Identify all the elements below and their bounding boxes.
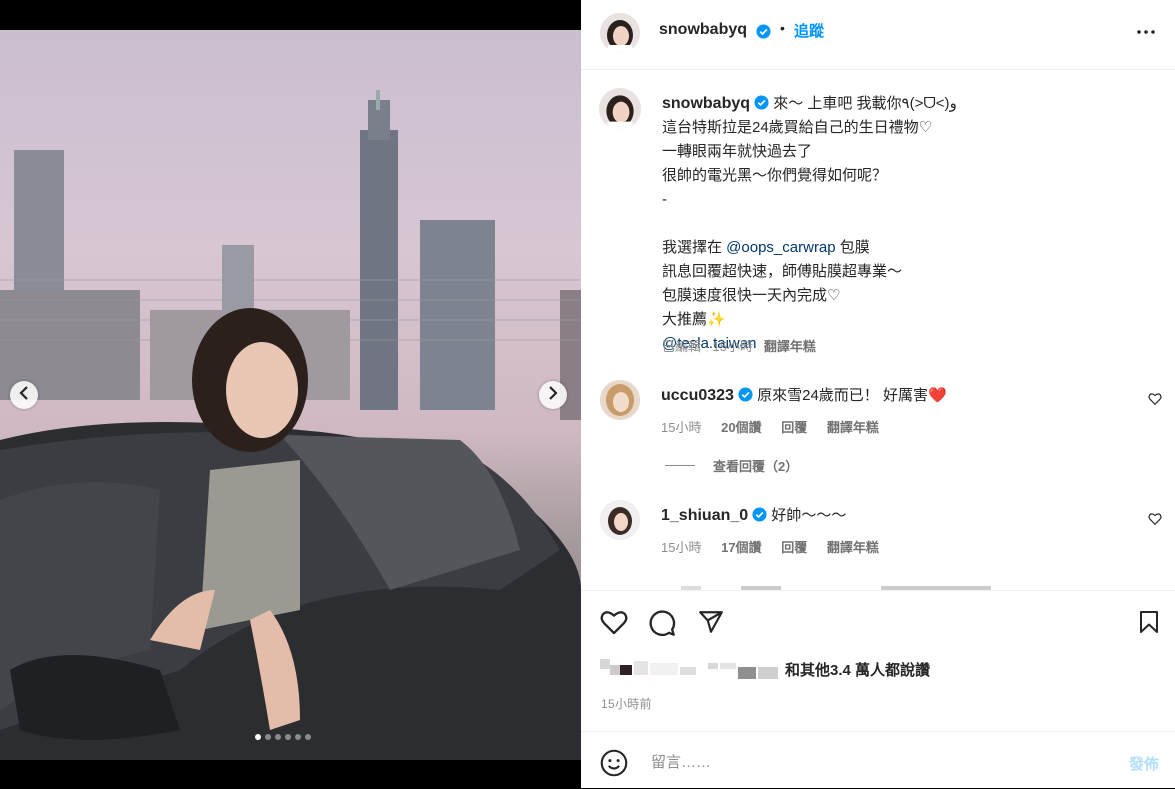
likes-summary[interactable]: 和其他3.4 萬人都說讚 bbox=[600, 657, 930, 681]
comment-input[interactable] bbox=[649, 746, 1113, 778]
reply-button[interactable]: 回覆 bbox=[781, 540, 807, 555]
view-replies-label: 查看回覆（2） bbox=[713, 459, 799, 474]
comment-text: 原來雪24歲而已！ 好厲害 bbox=[757, 387, 928, 404]
more-options-icon[interactable] bbox=[1136, 22, 1156, 47]
verified-badge-icon bbox=[754, 94, 769, 110]
post-panel: snowbabyq • 追蹤 snowbabyq 來～ 上車吧 我載你٩(>ᗜ<… bbox=[581, 0, 1175, 788]
chevron-right-icon bbox=[548, 385, 558, 405]
caption-line: 這台特斯拉是24歲買給自己的生日禮物♡ bbox=[662, 119, 933, 136]
post-header: snowbabyq • 追蹤 bbox=[581, 0, 1175, 70]
commenter-username[interactable]: 1_shiuan_0 bbox=[661, 507, 748, 524]
save-bookmark-icon[interactable] bbox=[1137, 609, 1161, 640]
translate-button[interactable]: 翻譯年糕 bbox=[827, 420, 879, 435]
emoji-smiley-icon[interactable] bbox=[600, 749, 628, 782]
header-separator: • bbox=[780, 20, 785, 36]
caption-line: snowbabyq 來～ 上車吧 我載你٩(>ᗜ<)و bbox=[662, 92, 1142, 116]
caption-text: 包膜 bbox=[835, 239, 870, 256]
commenter-avatar[interactable] bbox=[600, 380, 640, 420]
chevron-left-icon bbox=[19, 385, 29, 405]
media-viewer bbox=[0, 0, 581, 788]
caption-line: 大推薦✨ bbox=[662, 311, 726, 328]
share-icon[interactable] bbox=[697, 609, 725, 640]
verified-badge-icon bbox=[738, 387, 753, 402]
photo-illustration bbox=[0, 90, 581, 760]
heart-emoji: ❤️ bbox=[927, 387, 947, 404]
comment-icon[interactable] bbox=[648, 609, 676, 642]
caption-line: 我選擇在 @oops_carwrap 包膜 bbox=[662, 236, 1142, 260]
verified-badge-icon bbox=[752, 507, 767, 522]
author-username[interactable]: snowbabyq bbox=[659, 21, 747, 39]
comment-meta: 15小時 20個讚 回覆 翻譯年糕 bbox=[661, 417, 895, 436]
comment-time: 15小時 bbox=[661, 540, 702, 555]
add-comment-bar: 發佈 bbox=[581, 731, 1175, 789]
carousel-dot[interactable] bbox=[285, 734, 291, 740]
comment-likes[interactable]: 20個讚 bbox=[721, 420, 761, 435]
commenter-username[interactable]: uccu0323 bbox=[661, 387, 734, 404]
caption-line bbox=[662, 212, 1142, 236]
caption-line: - bbox=[662, 191, 667, 208]
comment-item: 1_shiuan_0 好帥～～～ 15小時 17個讚 回覆 翻譯年糕 bbox=[581, 500, 1175, 560]
caption-text: 我選擇在 bbox=[662, 239, 727, 256]
commenter-avatar[interactable] bbox=[600, 500, 640, 540]
comment-item: uccu0323 原來雪24歲而已！ 好厲害❤️ 15小時 20個讚 回覆 翻譯… bbox=[581, 380, 1175, 440]
view-replies-button[interactable]: 查看回覆（2） bbox=[665, 456, 798, 475]
carousel-dot[interactable] bbox=[305, 734, 311, 740]
post-photo bbox=[0, 30, 581, 760]
caption-text: 來～ 上車吧 我載你٩(>ᗜ<)و bbox=[773, 95, 957, 112]
post-comment-button[interactable]: 發佈 bbox=[1129, 753, 1159, 774]
comment-meta: 15小時 17個讚 回覆 翻譯年糕 bbox=[661, 537, 895, 556]
previous-image-button[interactable] bbox=[10, 381, 38, 409]
carousel-dot[interactable] bbox=[295, 734, 301, 740]
like-comment-heart-icon[interactable] bbox=[1148, 512, 1162, 531]
post-timestamp: 15小時前 bbox=[601, 697, 652, 711]
like-heart-icon[interactable] bbox=[600, 609, 628, 640]
post-actions: 和其他3.4 萬人都說讚 15小時前 bbox=[581, 590, 1175, 731]
carousel-dot[interactable] bbox=[275, 734, 281, 740]
pixelated-usernames bbox=[600, 657, 785, 681]
mention-oops-carwrap[interactable]: @oops_carwrap bbox=[726, 239, 835, 256]
post-caption: snowbabyq 來～ 上車吧 我載你٩(>ᗜ<)و 這台特斯拉是24歲買給自… bbox=[662, 92, 1142, 356]
caption-username[interactable]: snowbabyq bbox=[662, 95, 750, 112]
comment-text: 好帥～～～ bbox=[771, 507, 847, 524]
carousel-dot[interactable] bbox=[265, 734, 271, 740]
author-avatar[interactable] bbox=[600, 13, 640, 53]
divider bbox=[665, 465, 695, 466]
comments-scroll-area[interactable]: snowbabyq 來～ 上車吧 我載你٩(>ᗜ<)و 這台特斯拉是24歲買給自… bbox=[581, 70, 1175, 590]
caption-avatar[interactable] bbox=[599, 88, 641, 130]
caption-meta: 已編輯 · 15小時 翻譯年糕 bbox=[662, 336, 816, 355]
next-comment-preview bbox=[661, 578, 1061, 590]
caption-line: 很帥的電光黑～你們覺得如何呢？ bbox=[662, 167, 888, 184]
caption-line: 一轉眼兩年就快過去了 bbox=[662, 143, 813, 160]
next-image-button[interactable] bbox=[539, 381, 567, 409]
caption-edited-time: 已編輯 · 15小時 bbox=[662, 339, 754, 354]
verified-badge-icon bbox=[756, 24, 771, 39]
comment-likes[interactable]: 17個讚 bbox=[721, 540, 761, 555]
carousel-dot[interactable] bbox=[255, 734, 261, 740]
translate-button[interactable]: 翻譯年糕 bbox=[764, 339, 816, 354]
translate-button[interactable]: 翻譯年糕 bbox=[827, 540, 879, 555]
comment-time: 15小時 bbox=[661, 420, 702, 435]
caption-line: 訊息回覆超快速，師傅貼膜超專業～ bbox=[662, 263, 903, 280]
comment-body: 1_shiuan_0 好帥～～～ bbox=[661, 504, 846, 525]
reply-button[interactable]: 回覆 bbox=[781, 420, 807, 435]
like-comment-heart-icon[interactable] bbox=[1148, 392, 1162, 411]
comment-body: uccu0323 原來雪24歲而已！ 好厲害❤️ bbox=[661, 384, 947, 405]
carousel-indicator bbox=[255, 734, 311, 740]
follow-button[interactable]: 追蹤 bbox=[794, 20, 824, 41]
likes-count-text: 和其他3.4 萬人都說讚 bbox=[785, 661, 931, 679]
caption-line: 包膜速度很快一天內完成♡ bbox=[662, 287, 841, 304]
